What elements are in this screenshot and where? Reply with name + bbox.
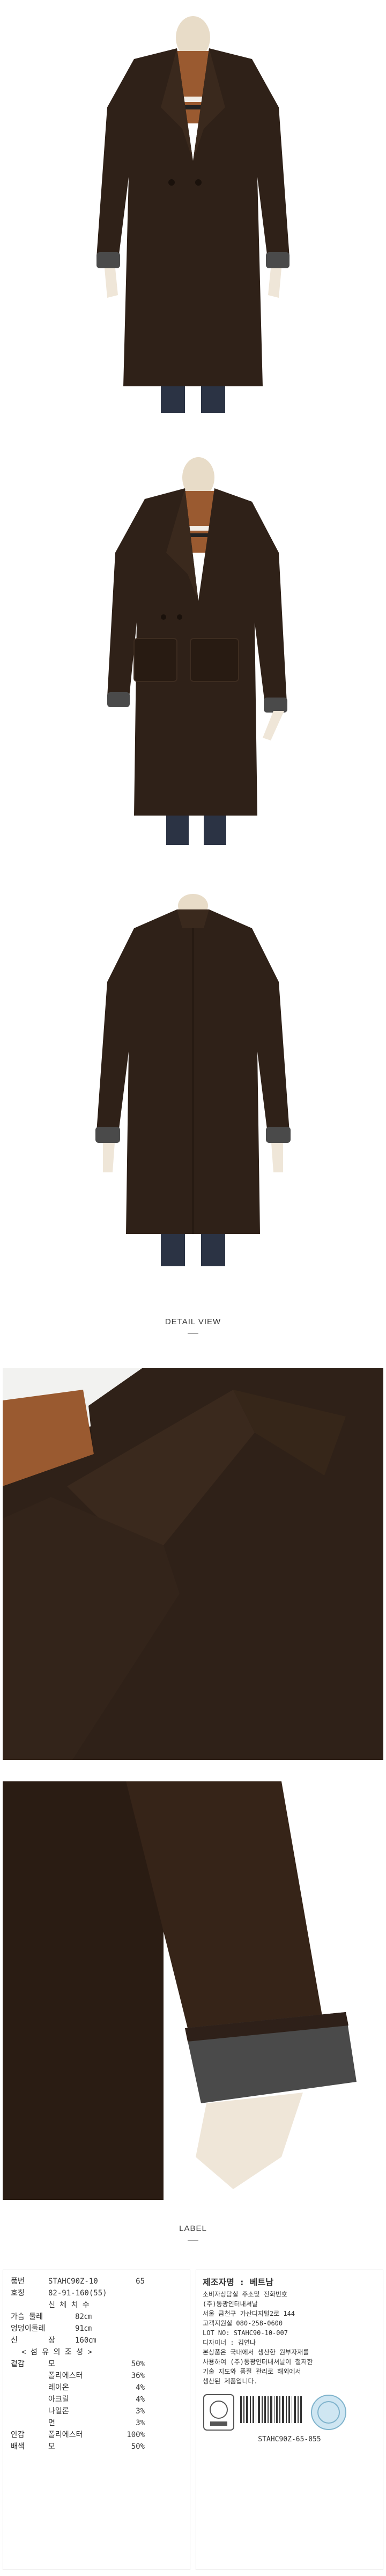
fiber-row: 나일론 3% <box>11 2405 182 2417</box>
fiber-material: 모 <box>48 2442 55 2451</box>
label-right-line: 고객지원실 080-258-0600 <box>203 2320 283 2327</box>
label-right-line: 서울 금천구 가산디지털2로 144 <box>203 2310 295 2317</box>
label-style-row: 품번 STAHC90Z-10 65 <box>11 2276 182 2287</box>
label-right-panel: 제조자명 : 베트남 소비자상담실 주소및 전화번호 (주)동광인터내셔날 서울… <box>196 2270 383 2570</box>
label-body-header: 신 체 치 수 <box>48 2301 90 2309</box>
fiber-percent: 50% <box>131 2442 145 2451</box>
label-size-row: 호칭 82-91-160(55) <box>11 2287 182 2299</box>
detail-photo-collar <box>3 1368 383 1760</box>
coat-angle-image <box>0 440 386 880</box>
fiber-part <box>11 2417 48 2429</box>
label-body-row: 엉덩이둘레 91㎝ <box>11 2323 182 2335</box>
product-photo-front <box>0 0 386 440</box>
fiber-material: 모 <box>48 2360 55 2368</box>
label-size-key: 호칭 <box>11 2289 25 2298</box>
fiber-material: 아크릴 <box>48 2395 69 2404</box>
fiber-part: 겉감 <box>11 2360 25 2368</box>
fiber-percent: 3% <box>136 2407 145 2416</box>
fiber-row: 겉감 모 50% <box>11 2358 182 2370</box>
fiber-percent: 3% <box>136 2419 145 2427</box>
detail-divider <box>188 1333 198 1334</box>
fiber-part <box>11 2382 48 2394</box>
product-photo-back <box>0 880 386 1288</box>
detail-view-title: DETAIL VIEW <box>165 1317 221 1326</box>
barcode-text: STAHC90Z-65-055 <box>258 2435 321 2443</box>
label-size-value: 82-91-160(55) <box>48 2289 107 2298</box>
fiber-part: 안감 <box>11 2431 25 2439</box>
label-body-value: 장 <box>48 2336 55 2345</box>
label-right-line: 생산된 제품입니다. <box>203 2377 258 2385</box>
label-right-line: 기술 지도와 품질 관리로 해외에서 <box>203 2368 301 2375</box>
fiber-part <box>11 2370 48 2382</box>
barcode-icon <box>240 2396 302 2423</box>
fiber-percent: 36% <box>131 2372 145 2380</box>
kc-mark-icon <box>203 2394 234 2431</box>
label-style-key: 품번 <box>11 2277 25 2286</box>
fiber-part <box>11 2394 48 2405</box>
label-right-line: 소비자상담실 주소및 전화번호 <box>203 2291 287 2298</box>
coat-front-image <box>0 0 386 440</box>
label-right-line: 디자이너 : 김연나 <box>203 2339 256 2346</box>
label-style-value: STAHC90Z-10 <box>48 2277 98 2286</box>
label-body-value: 91㎝ <box>75 2324 92 2333</box>
fiber-percent: 4% <box>136 2383 145 2392</box>
product-photo-angle <box>0 440 386 880</box>
coat-back-image <box>0 880 386 1288</box>
label-right-line: LOT NO: STAHC90-10-007 <box>203 2329 288 2337</box>
label-body-extra: 160㎝ <box>75 2336 96 2345</box>
fiber-material: 나일론 <box>48 2407 69 2416</box>
label-body-value: 82㎝ <box>75 2313 92 2321</box>
label-body-row: 가슴 둘레 82㎝ <box>11 2311 182 2323</box>
fiber-row: 레이온 4% <box>11 2382 182 2394</box>
care-symbols-row <box>203 2394 376 2431</box>
label-body-key: 엉덩이둘레 <box>11 2324 46 2333</box>
label-body-key: 가슴 둘레 <box>11 2313 43 2321</box>
fiber-row: 배색 모 50% <box>11 2441 182 2453</box>
fiber-material: 폴리에스터 <box>48 2372 83 2380</box>
label-right-line: 본상품은 국내에서 생산한 원부자재를 <box>203 2349 309 2356</box>
fiber-material: 면 <box>48 2419 55 2427</box>
fiber-row: 폴리에스터 36% <box>11 2370 182 2382</box>
fiber-material: 폴리에스터 <box>48 2431 83 2439</box>
fiber-part <box>11 2405 48 2417</box>
label-right-line: 사용하여 (주)동광인터내셔날이 철저한 <box>203 2358 313 2366</box>
label-divider <box>188 2240 198 2241</box>
label-title: LABEL <box>179 2224 207 2233</box>
label-body-row: 신 장 160㎝ <box>11 2335 182 2346</box>
fiber-percent: 50% <box>131 2360 145 2368</box>
label-right-line: (주)동광인터내셔날 <box>203 2300 258 2308</box>
label-left-panel: 품번 STAHC90Z-10 65 호칭 82-91-160(55) 신 체 치… <box>3 2270 190 2570</box>
fiber-percent: 100% <box>127 2431 145 2439</box>
cuff-detail-image <box>3 1781 383 2200</box>
collar-detail-image <box>3 1368 383 1760</box>
fiber-percent: 4% <box>136 2395 145 2404</box>
label-style-size: 65 <box>136 2277 145 2286</box>
label-body-key: 신 <box>11 2336 18 2345</box>
detail-photo-cuff <box>3 1781 383 2200</box>
quality-seal-icon <box>311 2395 346 2430</box>
fiber-row: 면 3% <box>11 2417 182 2429</box>
fiber-part: 배색 <box>11 2442 25 2451</box>
fiber-material: 레이온 <box>48 2383 69 2392</box>
fiber-row: 아크릴 4% <box>11 2394 182 2405</box>
label-fiber-header: < 섬 유 의 조 성 > <box>21 2348 92 2357</box>
label-right-title: 제조자명 : 베트남 <box>203 2277 273 2287</box>
fiber-row: 안감 폴리에스터 100% <box>11 2429 182 2441</box>
